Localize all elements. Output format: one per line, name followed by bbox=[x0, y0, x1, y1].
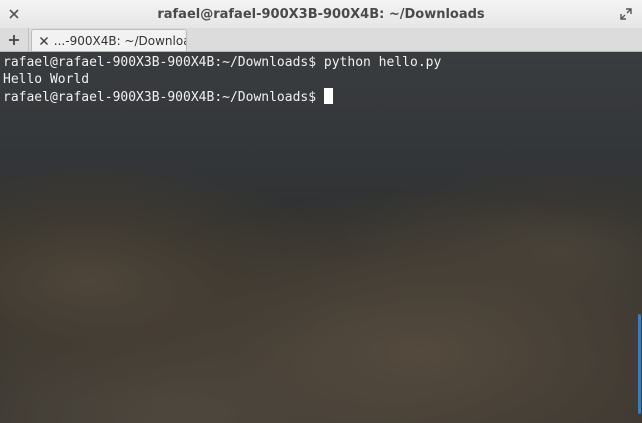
close-icon bbox=[39, 36, 48, 45]
background-overlay bbox=[0, 52, 642, 423]
close-window-button[interactable] bbox=[6, 6, 22, 22]
close-icon bbox=[9, 9, 19, 19]
tab-label: ...-900X4B: ~/Downloads bbox=[53, 33, 186, 48]
terminal-window: rafael@rafael-900X3B-900X4B: ~/Downloads… bbox=[0, 0, 642, 423]
plus-icon bbox=[9, 34, 19, 45]
terminal-line: rafael@rafael-900X3B-900X4B:~/Downloads$… bbox=[3, 55, 442, 70]
terminal-prompt: rafael@rafael-900X3B-900X4B:~/Downloads$ bbox=[3, 90, 317, 105]
terminal-prompt-line: rafael@rafael-900X3B-900X4B:~/Downloads$ bbox=[3, 88, 632, 105]
terminal-lines: rafael@rafael-900X3B-900X4B:~/Downloads$… bbox=[3, 54, 632, 105]
tab-downloads[interactable]: ...-900X4B: ~/Downloads bbox=[31, 29, 187, 51]
tab-close-button[interactable] bbox=[36, 32, 52, 50]
scrollbar[interactable] bbox=[636, 52, 642, 423]
terminal-line: Hello World bbox=[3, 72, 90, 87]
window-title: rafael@rafael-900X3B-900X4B: ~/Downloads bbox=[157, 6, 485, 22]
terminal-output-area[interactable]: rafael@rafael-900X3B-900X4B:~/Downloads$… bbox=[0, 52, 642, 423]
maximize-window-button[interactable] bbox=[618, 6, 634, 22]
title-bar[interactable]: rafael@rafael-900X3B-900X4B: ~/Downloads bbox=[0, 0, 642, 29]
text-cursor bbox=[324, 88, 334, 104]
new-tab-button[interactable] bbox=[0, 28, 29, 51]
maximize-icon bbox=[620, 8, 632, 20]
tab-bar: ...-900X4B: ~/Downloads bbox=[0, 28, 642, 52]
scroll-thumb[interactable] bbox=[638, 314, 641, 414]
